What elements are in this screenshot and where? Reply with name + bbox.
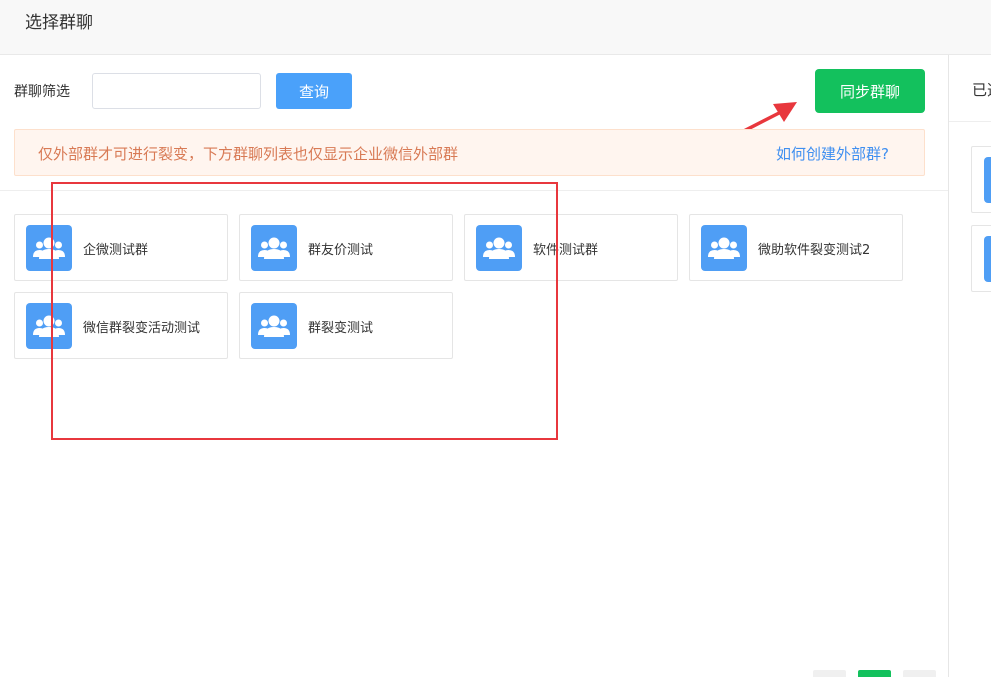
dialog-title: 选择群聊 bbox=[25, 13, 93, 33]
notice-banner: 仅外部群才可进行裂变，下方群聊列表也仅显示企业微信外部群 如何创建外部群? bbox=[14, 129, 925, 176]
dialog-header: 选择群聊 bbox=[0, 0, 991, 55]
query-button[interactable]: 查询 bbox=[276, 73, 352, 109]
group-card[interactable]: 微助软件裂变测试2 bbox=[689, 214, 903, 281]
selected-group-card[interactable] bbox=[971, 146, 991, 213]
annotation-highlight-box bbox=[51, 182, 558, 440]
selected-panel-title: 已选 bbox=[972, 81, 991, 99]
filter-label: 群聊筛选 bbox=[14, 84, 70, 100]
group-name: 微助软件裂变测试2 bbox=[758, 243, 871, 258]
pager-current-page[interactable] bbox=[858, 670, 891, 677]
selected-group-card[interactable] bbox=[971, 225, 991, 292]
group-users-icon bbox=[984, 236, 991, 282]
group-users-icon bbox=[984, 157, 991, 203]
selected-panel-divider bbox=[949, 121, 991, 122]
group-users-icon bbox=[701, 225, 747, 271]
pager-next-button[interactable] bbox=[903, 670, 936, 677]
how-to-create-external-group-link[interactable]: 如何创建外部群? bbox=[776, 143, 889, 164]
pager-prev-button[interactable] bbox=[813, 670, 846, 677]
sync-groups-button[interactable]: 同步群聊 bbox=[815, 69, 925, 113]
group-filter-input[interactable] bbox=[92, 73, 261, 109]
notice-text: 仅外部群才可进行裂变，下方群聊列表也仅显示企业微信外部群 bbox=[38, 145, 459, 163]
